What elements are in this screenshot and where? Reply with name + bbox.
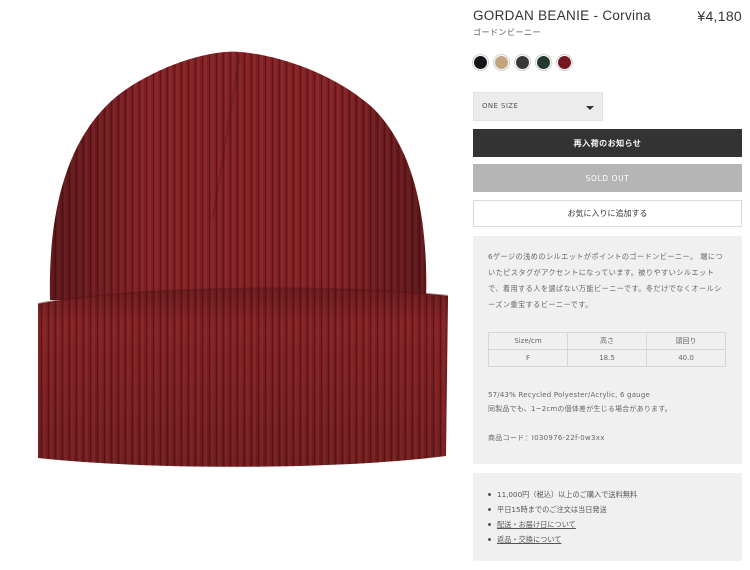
size-table-cell: 40.0 bbox=[646, 349, 726, 367]
restock-notify-button[interactable]: 再入荷のお知らせ bbox=[473, 129, 742, 157]
caret-down-icon bbox=[586, 106, 594, 110]
shipping-info-list: 11,000円（税込）以上のご購入で送料無料 平日15時までのご注文は当日発送 … bbox=[487, 487, 637, 547]
free-shipping-text: 11,000円（税込）以上のご購入で送料無料 bbox=[497, 490, 638, 499]
sold-out-button: SOLD OUT bbox=[473, 164, 742, 192]
size-table-header-row: Size/cm 高さ 頭回り bbox=[488, 332, 726, 350]
bullet-icon bbox=[488, 523, 491, 526]
size-table-cell: 18.5 bbox=[567, 349, 647, 367]
size-table-header: 高さ bbox=[567, 332, 647, 350]
bullet-icon bbox=[488, 508, 491, 511]
material-info: 57/43% Recycled Polyester/Acrylic, 6 gau… bbox=[488, 388, 733, 416]
returns-info-link[interactable]: 返品・交換について bbox=[497, 535, 561, 544]
add-favorite-button[interactable]: お気に入りに追加する bbox=[473, 200, 742, 227]
bullet-icon bbox=[488, 493, 491, 496]
same-day-shipping-text: 平日15時までのご注文は当日発送 bbox=[497, 505, 607, 514]
size-table-header: Size/cm bbox=[488, 332, 568, 350]
size-note-line: 同製品でも、1~2cmの個体差が生じる場合があります。 bbox=[488, 405, 672, 413]
color-swatches bbox=[473, 55, 572, 71]
shipping-info-box: 11,000円（税込）以上のご購入で送料無料 平日15時までのご注文は当日発送 … bbox=[473, 473, 742, 561]
title-row: GORDAN BEANIE - Corvina ¥4,180 bbox=[473, 8, 742, 28]
size-select[interactable]: ONE SIZE bbox=[473, 92, 603, 121]
description-text: 6ゲージの浅めのシルエットがポイントのゴードンビーニー。 端についたピスタグがア… bbox=[488, 252, 724, 309]
description-box: 6ゲージの浅めのシルエットがポイントのゴードンビーニー。 端についたピスタグがア… bbox=[473, 236, 742, 464]
color-swatch-black[interactable] bbox=[473, 55, 488, 70]
color-swatch-beige[interactable] bbox=[494, 55, 509, 70]
size-table-cell: F bbox=[488, 349, 568, 367]
product-price: ¥4,180 bbox=[697, 8, 742, 24]
delivery-info-link[interactable]: 配送・お届け日について bbox=[497, 520, 576, 529]
list-item: 配送・お届け日について bbox=[487, 517, 637, 532]
size-select-value: ONE SIZE bbox=[482, 102, 519, 110]
product-code: 商品コード：I030976-22f-0w3xx bbox=[488, 434, 605, 442]
product-subtitle: ゴードンビーニー bbox=[473, 28, 541, 37]
color-swatch-charcoal[interactable] bbox=[515, 55, 530, 70]
color-swatch-burgundy[interactable] bbox=[557, 55, 572, 70]
material-line: 57/43% Recycled Polyester/Acrylic, 6 gau… bbox=[488, 391, 650, 399]
size-table: Size/cm 高さ 頭回り F 18.5 40.0 bbox=[488, 332, 726, 367]
beanie-icon bbox=[37, 51, 449, 467]
bullet-icon bbox=[488, 538, 491, 541]
size-table-row: F 18.5 40.0 bbox=[488, 349, 726, 367]
product-image bbox=[8, 8, 458, 470]
list-item: 11,000円（税込）以上のご購入で送料無料 bbox=[487, 487, 637, 502]
color-swatch-green[interactable] bbox=[536, 55, 551, 70]
product-title: GORDAN BEANIE - Corvina bbox=[473, 8, 651, 23]
list-item: 平日15時までのご注文は当日発送 bbox=[487, 502, 637, 517]
size-table-header: 頭回り bbox=[646, 332, 726, 350]
list-item: 返品・交換について bbox=[487, 532, 637, 547]
